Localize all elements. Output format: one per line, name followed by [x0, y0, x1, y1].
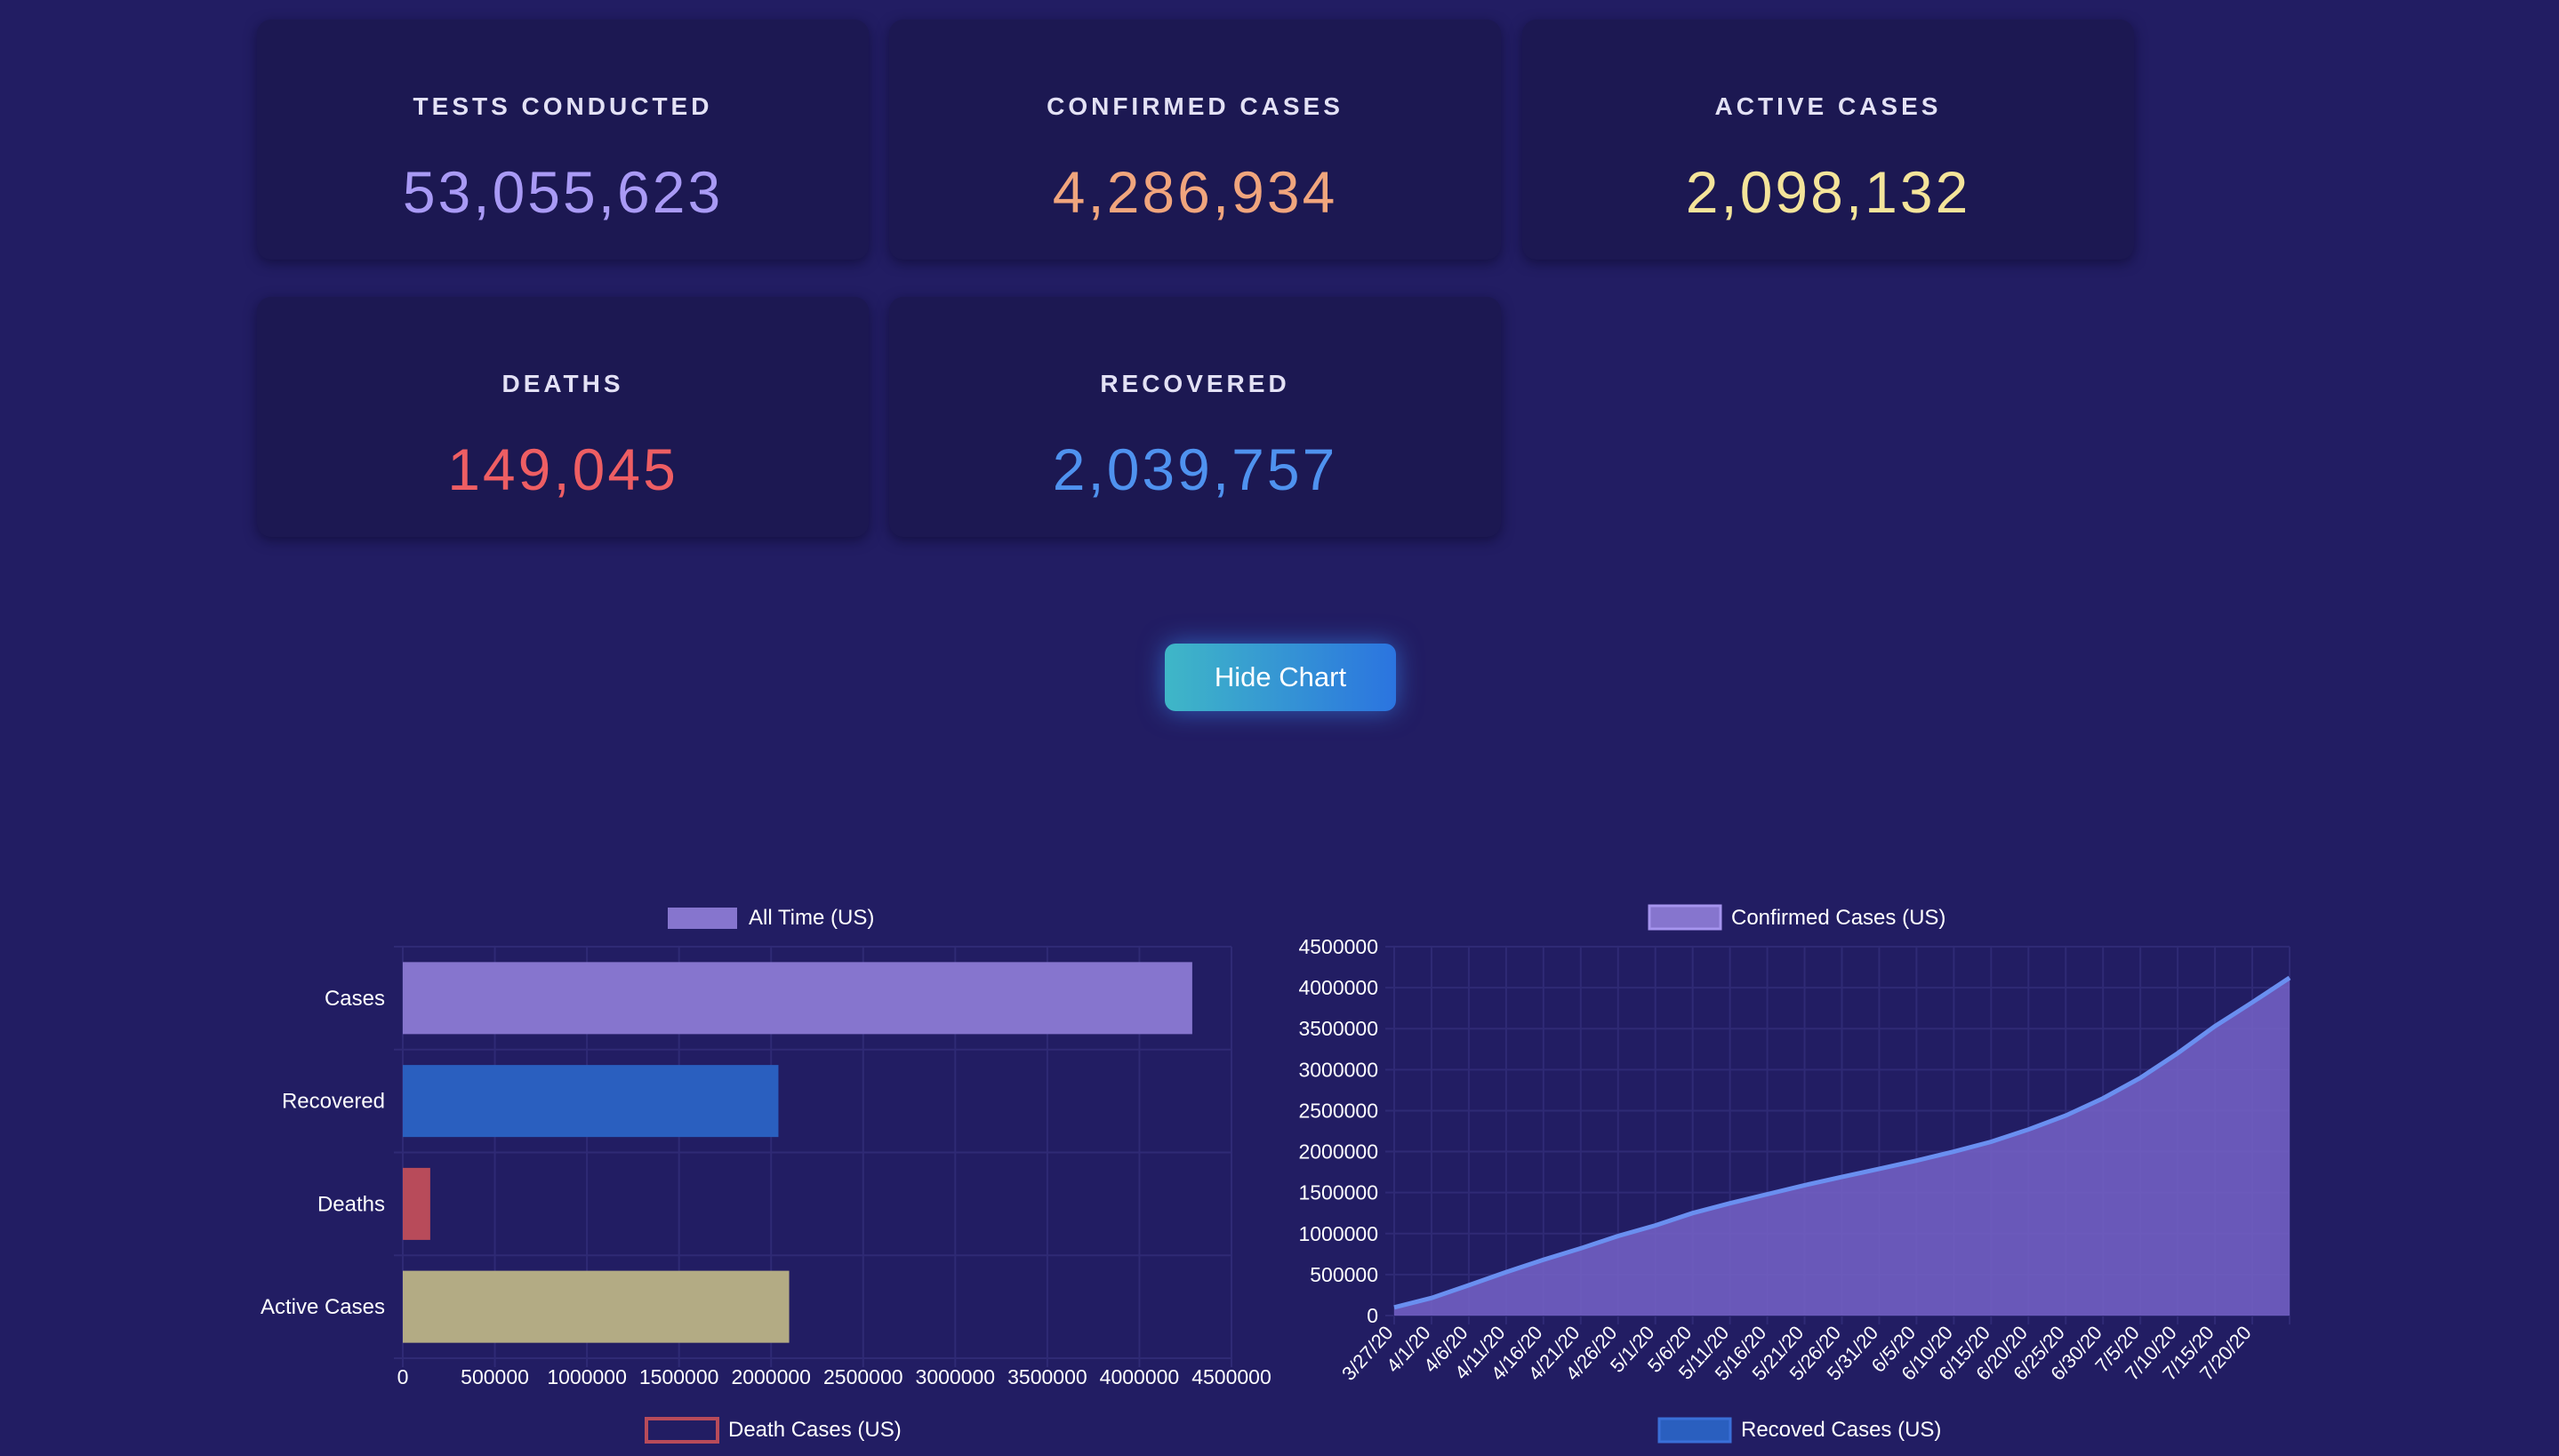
area-y-tick-label: 4500000 [1298, 935, 1378, 958]
area-y-tick-label: 1000000 [1298, 1222, 1378, 1245]
area-y-tick-label: 3500000 [1298, 1017, 1378, 1040]
death-legend-label: Death Cases (US) [728, 1418, 902, 1442]
area-y-tick-label: 1500000 [1298, 1181, 1378, 1204]
bar-recovered [403, 1065, 779, 1138]
bar-category-label: Cases [325, 987, 385, 1011]
area-x-tick-label: 3/27/20 [1337, 1322, 1398, 1385]
area-y-tick-label: 500000 [1310, 1263, 1378, 1286]
bar-category-label: Deaths [317, 1192, 385, 1216]
bar-legend-label: All Time (US) [749, 906, 874, 930]
area-y-tick-label: 0 [1367, 1304, 1378, 1327]
area-legend-label: Confirmed Cases (US) [1731, 906, 1945, 930]
area-y-tick-label: 2000000 [1298, 1140, 1378, 1164]
area-y-tick-label: 2500000 [1298, 1099, 1378, 1122]
bar-x-tick-label: 2000000 [731, 1365, 811, 1388]
bar-category-label: Active Cases [261, 1295, 385, 1319]
bar-x-tick-label: 4000000 [1100, 1365, 1180, 1388]
area-y-tick-label: 4000000 [1298, 976, 1378, 999]
charts-area: 0 500000 1000000 1500000 2000000 2500000 30000… [261, 904, 2291, 1444]
bar-x-tick-label: 500000 [461, 1365, 529, 1388]
death-legend-swatch [645, 1417, 719, 1444]
bar-deaths [403, 1167, 430, 1240]
bar-category-label: Recovered [282, 1090, 385, 1114]
bar-x-tick-label: 1000000 [547, 1365, 627, 1388]
bar-x-tick-label: 1500000 [639, 1365, 719, 1388]
recovered-legend-swatch [1657, 1417, 1732, 1444]
area-legend-swatch [1648, 904, 1722, 931]
bar-x-tick-label: 0 [397, 1365, 409, 1388]
bar-cases [403, 962, 1192, 1035]
bar-x-tick-label: 4500000 [1191, 1365, 1271, 1388]
bar-x-tick-label: 3000000 [916, 1365, 996, 1388]
area-y-tick-label: 3000000 [1298, 1058, 1378, 1081]
bar-x-tick-label: 3500000 [1007, 1365, 1087, 1388]
bar-legend-swatch [668, 908, 737, 929]
bar-x-tick-label: 2500000 [823, 1365, 903, 1388]
recovered-legend-label: Recoved Cases (US) [1741, 1418, 1941, 1442]
bar-active-cases [403, 1270, 790, 1343]
